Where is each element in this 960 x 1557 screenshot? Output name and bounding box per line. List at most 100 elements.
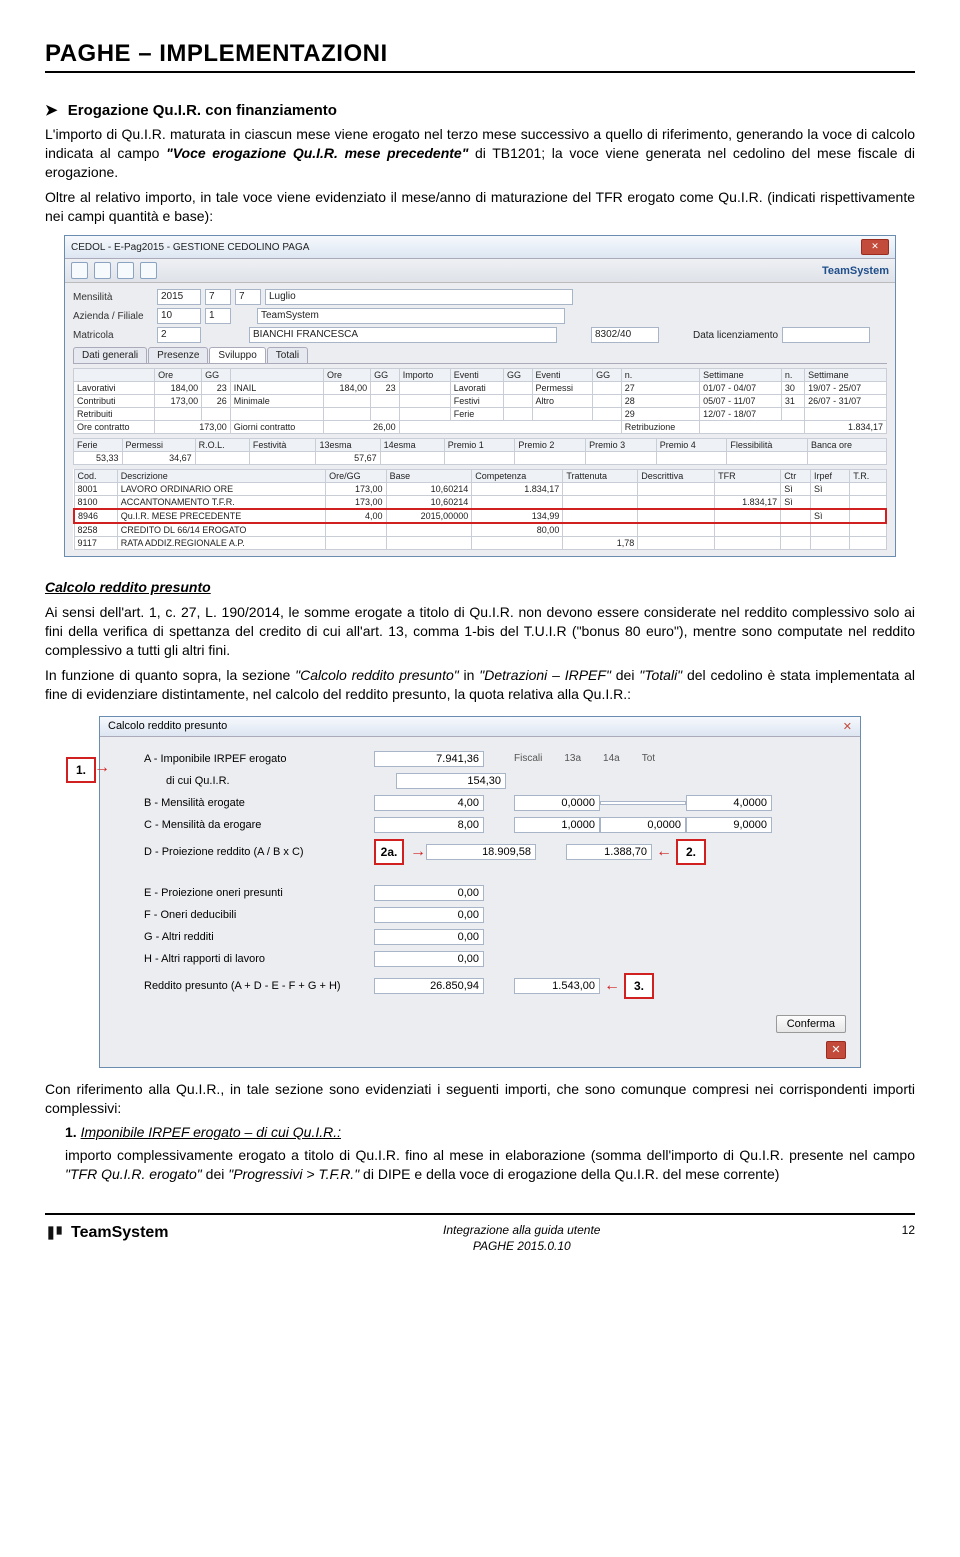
tab-totali[interactable]: Totali: [267, 347, 308, 363]
conferma-button[interactable]: Conferma: [776, 1015, 846, 1033]
table-row: Contributi173,0026 Minimale Festivi Altr…: [74, 395, 887, 408]
callout-2: 2.: [676, 839, 706, 865]
section-title: ➤ Erogazione Qu.I.R. con finanziamento: [45, 101, 915, 119]
tab-presenze[interactable]: Presenze: [148, 347, 208, 363]
field-mese-n[interactable]: 7: [205, 289, 231, 305]
ordered-list: 1. Imponibile IRPEF erogato – di cui Qu.…: [65, 1124, 915, 1184]
row-value[interactable]: 0,00: [374, 929, 484, 945]
callout-2a: 2a.: [374, 839, 404, 865]
row-label: di cui Qu.I.R.: [144, 775, 396, 787]
close-icon[interactable]: ✕: [843, 720, 852, 733]
window-cedolino: CEDOL - E-Pag2015 - GESTIONE CEDOLINO PA…: [64, 235, 896, 557]
row-value[interactable]: 0,00: [374, 885, 484, 901]
label-data-lic: Data licenziamento: [693, 330, 778, 341]
arrow-icon: ←: [656, 843, 672, 861]
para-after-1: Con riferimento alla Qu.I.R., in tale se…: [45, 1080, 915, 1118]
table-row[interactable]: 8100ACCANTONAMENTO T.F.R. 173,0010,60214…: [74, 496, 886, 510]
window-titlebar: CEDOL - E-Pag2015 - GESTIONE CEDOLINO PA…: [65, 236, 895, 259]
field-az-n[interactable]: 10: [157, 308, 201, 324]
row-label: D - Proiezione reddito (A / B x C): [144, 846, 374, 858]
row-value[interactable]: 0,0000: [514, 795, 600, 811]
table-row[interactable]: 8001LAVORO ORDINARIO ORE 173,0010,60214 …: [74, 483, 886, 496]
teamsystem-logo: TeamSystem: [822, 265, 889, 277]
table-row: Ore contratto173,00 Giorni contratto26,0…: [74, 421, 887, 434]
nav-next-icon[interactable]: [117, 262, 134, 279]
table-row: Retribuiti Ferie 29 12/07 - 18/07: [74, 408, 887, 421]
field-anno[interactable]: 2015: [157, 289, 201, 305]
row-value[interactable]: 7.941,36: [374, 751, 484, 767]
section-title-text: Erogazione Qu.I.R. con finanziamento: [68, 102, 337, 119]
row-value[interactable]: 4,0000: [686, 795, 772, 811]
row-label: B - Mensilità erogate: [144, 797, 374, 809]
field-mat-n[interactable]: 2: [157, 327, 201, 343]
col-header: 13a: [564, 753, 581, 764]
row-value[interactable]: 1.543,00: [514, 978, 600, 994]
row-label: E - Proiezione oneri presunti: [144, 887, 374, 899]
callout-1: 1.: [66, 757, 96, 783]
field-mat-txt[interactable]: BIANCHI FRANCESCA: [249, 327, 557, 343]
list-num: 1.: [65, 1124, 77, 1140]
field-data-lic[interactable]: [782, 327, 870, 343]
row-value[interactable]: 8,00: [374, 817, 484, 833]
row-label: H - Altri rapporti di lavoro: [144, 953, 374, 965]
nav-last-icon[interactable]: [140, 262, 157, 279]
arrow-icon: ←: [604, 977, 620, 995]
col-header: Fiscali: [514, 753, 542, 764]
col-header: Tot: [642, 753, 655, 764]
row-label: A - Imponibile IRPEF erogato: [144, 753, 374, 765]
table-row-highlighted[interactable]: 8946Qu.I.R. MESE PRECEDENTE 4,002015,000…: [74, 509, 886, 523]
label-matricola: Matricola: [73, 330, 153, 341]
field-codfisc[interactable]: 8302/40: [591, 327, 659, 343]
footer-logo: TeamSystem: [45, 1223, 169, 1243]
table-row[interactable]: 8258CREDITO DL 66/14 EROGATO 80,00: [74, 523, 886, 537]
row-value[interactable]: 18.909,58: [426, 844, 536, 860]
para-calc-1: Ai sensi dell'art. 1, c. 27, L. 190/2014…: [45, 603, 915, 660]
arrow-icon: →: [410, 843, 426, 861]
table-row[interactable]: 9117RATA ADDIZ.REGIONALE A.P. 1,78: [74, 537, 886, 550]
nav-prev-icon[interactable]: [94, 262, 111, 279]
row-value[interactable]: 0,00: [374, 907, 484, 923]
grid-voci: Cod.DescrizioneOre/GG BaseCompetenzaTrat…: [73, 469, 887, 550]
para-2: Oltre al relativo importo, in tale voce …: [45, 188, 915, 226]
tab-sviluppo[interactable]: Sviluppo: [209, 347, 265, 363]
page-header: PAGHE – IMPLEMENTAZIONI: [45, 40, 915, 73]
row-value[interactable]: 1.388,70: [566, 844, 652, 860]
callout-3: 3.: [624, 973, 654, 999]
grid-ferie: FeriePermessiR.O.L. Festività13esma14esm…: [73, 438, 887, 465]
row-value[interactable]: [600, 801, 686, 805]
row-value[interactable]: 1,0000: [514, 817, 600, 833]
para-1: L'importo di Qu.I.R. maturata in ciascun…: [45, 125, 915, 182]
col-header: 14a: [603, 753, 620, 764]
row-value[interactable]: 154,30: [396, 773, 506, 789]
field-az-f[interactable]: 1: [205, 308, 231, 324]
window-title: CEDOL - E-Pag2015 - GESTIONE CEDOLINO PA…: [71, 242, 309, 253]
field-az-txt[interactable]: TeamSystem: [257, 308, 565, 324]
subheading-calcolo: Calcolo reddito presunto: [45, 579, 915, 595]
field-mese-txt[interactable]: Luglio: [265, 289, 573, 305]
form-area: Mensilità 2015 7 7 Luglio Azienda / Fili…: [65, 283, 895, 556]
field-mese-v[interactable]: 7: [235, 289, 261, 305]
list-label: Imponibile IRPEF erogato – di cui Qu.I.R…: [81, 1124, 341, 1140]
row-label: Reddito presunto (A + D - E - F + G + H): [144, 980, 374, 992]
window2-title: Calcolo reddito presunto: [108, 720, 227, 733]
list-text: importo complessivamente erogato a titol…: [65, 1146, 915, 1184]
page-number: 12: [875, 1223, 915, 1237]
row-value[interactable]: 26.850,94: [374, 978, 484, 994]
nav-first-icon[interactable]: [71, 262, 88, 279]
label-mensilita: Mensilità: [73, 292, 153, 303]
close-icon[interactable]: ✕: [826, 1041, 846, 1059]
row-label: C - Mensilità da erogare: [144, 819, 374, 831]
row-label: G - Altri redditi: [144, 931, 374, 943]
tab-dati-generali[interactable]: Dati generali: [73, 347, 147, 363]
row-value[interactable]: 0,0000: [600, 817, 686, 833]
grid-ore: OreGG OreGG ImportoEventiGG EventiGGn. S…: [73, 368, 887, 434]
close-icon[interactable]: ✕: [861, 239, 889, 255]
arrow-icon: ➤: [45, 101, 58, 119]
row-value[interactable]: 9,0000: [686, 817, 772, 833]
row-value[interactable]: 4,00: [374, 795, 484, 811]
row-value[interactable]: 0,00: [374, 951, 484, 967]
tabs: Dati generali Presenze Sviluppo Totali: [73, 347, 887, 364]
arrow-icon: →: [94, 759, 110, 777]
para-calc-2: In funzione di quanto sopra, la sezione …: [45, 666, 915, 704]
label-azienda: Azienda / Filiale: [73, 311, 153, 322]
